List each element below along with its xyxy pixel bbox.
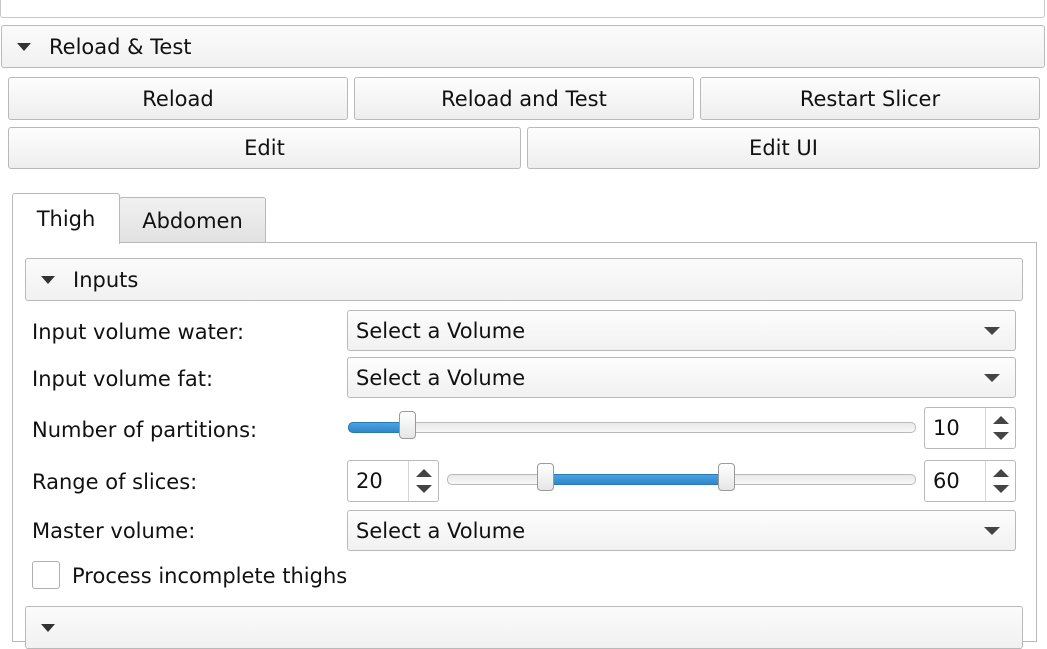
reload-test-header[interactable]: Reload & Test (1, 25, 1045, 68)
collapse-triangle-icon (17, 42, 31, 51)
inputs-header[interactable]: Inputs (25, 258, 1023, 301)
input-water-label: Input volume water: (32, 320, 245, 344)
master-volume-value: Select a Volume (356, 518, 526, 543)
spin-up-icon[interactable] (993, 469, 1009, 477)
partitions-value: 10 (933, 416, 960, 440)
slices-max-spinbox[interactable]: 60 (924, 460, 1016, 502)
spin-up-icon[interactable] (993, 416, 1009, 424)
tab-abdomen[interactable]: Abdomen (119, 197, 266, 243)
spin-up-icon[interactable] (416, 469, 432, 477)
slices-range-fill (545, 474, 729, 485)
chevron-down-icon (984, 527, 1000, 535)
inputs-title: Inputs (73, 267, 139, 292)
reload-and-test-button-label: Reload and Test (441, 86, 607, 111)
reload-test-title: Reload & Test (49, 34, 192, 59)
incomplete-thighs-checkbox[interactable] (32, 561, 60, 589)
master-volume-label: Master volume: (32, 519, 196, 543)
input-fat-label: Input volume fat: (32, 367, 214, 391)
restart-slicer-button[interactable]: Restart Slicer (700, 77, 1040, 120)
previous-panel-edge (0, 0, 1045, 18)
incomplete-thighs-label[interactable]: Process incomplete thighs (72, 556, 347, 596)
master-volume-select[interactable]: Select a Volume (347, 510, 1016, 551)
input-fat-select[interactable]: Select a Volume (347, 357, 1016, 398)
slices-label: Range of slices: (32, 470, 198, 494)
input-water-select[interactable]: Select a Volume (347, 310, 1016, 351)
restart-slicer-button-label: Restart Slicer (799, 86, 941, 111)
reload-button-label: Reload (142, 86, 214, 111)
slices-range-max-handle[interactable] (718, 463, 735, 491)
tab-thigh[interactable]: Thigh (12, 193, 120, 244)
partitions-label: Number of partitions: (32, 418, 258, 442)
chevron-down-icon (984, 374, 1000, 382)
slices-range-min-handle[interactable] (537, 463, 554, 491)
slices-min-value: 20 (356, 469, 383, 493)
input-fat-value: Select a Volume (356, 365, 526, 390)
slices-min-spinbox[interactable]: 20 (347, 460, 439, 502)
spin-down-icon[interactable] (993, 432, 1009, 440)
partitions-slider-handle[interactable] (399, 411, 416, 439)
spinbox-buttons[interactable] (985, 408, 1015, 448)
partitions-spinbox[interactable]: 10 (924, 407, 1016, 449)
tab-abdomen-label: Abdomen (142, 208, 243, 233)
partitions-slider-groove[interactable] (348, 422, 916, 433)
reload-and-test-button[interactable]: Reload and Test (354, 77, 694, 120)
edit-button-label: Edit (244, 136, 285, 160)
spinbox-buttons[interactable] (408, 461, 438, 501)
edit-ui-button[interactable]: Edit UI (527, 127, 1040, 169)
slices-max-value: 60 (933, 469, 960, 493)
edit-button[interactable]: Edit (8, 127, 521, 169)
chevron-down-icon (984, 327, 1000, 335)
tab-thigh-label: Thigh (36, 207, 96, 231)
spin-down-icon[interactable] (416, 485, 432, 493)
reload-button[interactable]: Reload (8, 77, 348, 120)
spin-down-icon[interactable] (993, 485, 1009, 493)
input-water-value: Select a Volume (356, 318, 526, 343)
spinbox-buttons[interactable] (985, 461, 1015, 501)
edit-ui-button-label: Edit UI (749, 136, 818, 160)
collapse-triangle-icon (41, 275, 55, 284)
